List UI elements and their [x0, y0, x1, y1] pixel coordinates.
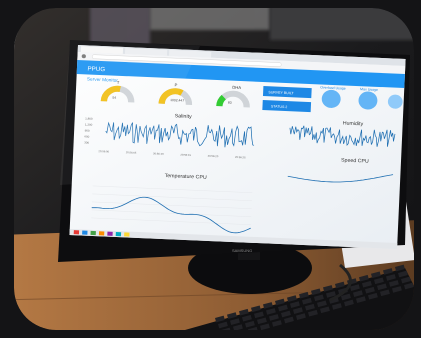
status-label-max: Max Usage: [360, 87, 378, 92]
taskbar-app-icon[interactable]: [107, 231, 113, 236]
svg-text:STATUS 2: STATUS 2: [271, 104, 288, 109]
gauge-value: 83: [228, 101, 232, 105]
taskbar-app-icon[interactable]: [124, 232, 130, 237]
humidity-title: Humidity: [343, 121, 364, 128]
scene-svg: SAMSUNG PPUG Server Monitor T54P1002.447…: [0, 0, 421, 338]
salinity-x-tick: 20:56:20: [208, 154, 219, 158]
taskbar-app-icon[interactable]: [115, 231, 122, 237]
monitor-logo: SAMSUNG: [232, 248, 252, 253]
taskbar-app-icon[interactable]: [90, 230, 96, 236]
speed-title: Speed CPU: [341, 158, 369, 165]
gauge-label: DHA: [232, 85, 241, 90]
taskbar-app-icon[interactable]: [98, 231, 105, 236]
salinity-x-tick: 20:56:15: [180, 153, 191, 157]
salinity-title: Salinity: [175, 113, 193, 120]
photo-scene: SAMSUNG PPUG Server Monitor T 54 P 1002.447…: [0, 0, 421, 338]
taskbar-app-icon[interactable]: [73, 230, 80, 235]
salinity-x-tick: 20:56:10: [153, 151, 164, 155]
salinity-x-tick: 20:56:25: [235, 155, 246, 159]
taskbar-app-icon[interactable]: [82, 230, 88, 235]
